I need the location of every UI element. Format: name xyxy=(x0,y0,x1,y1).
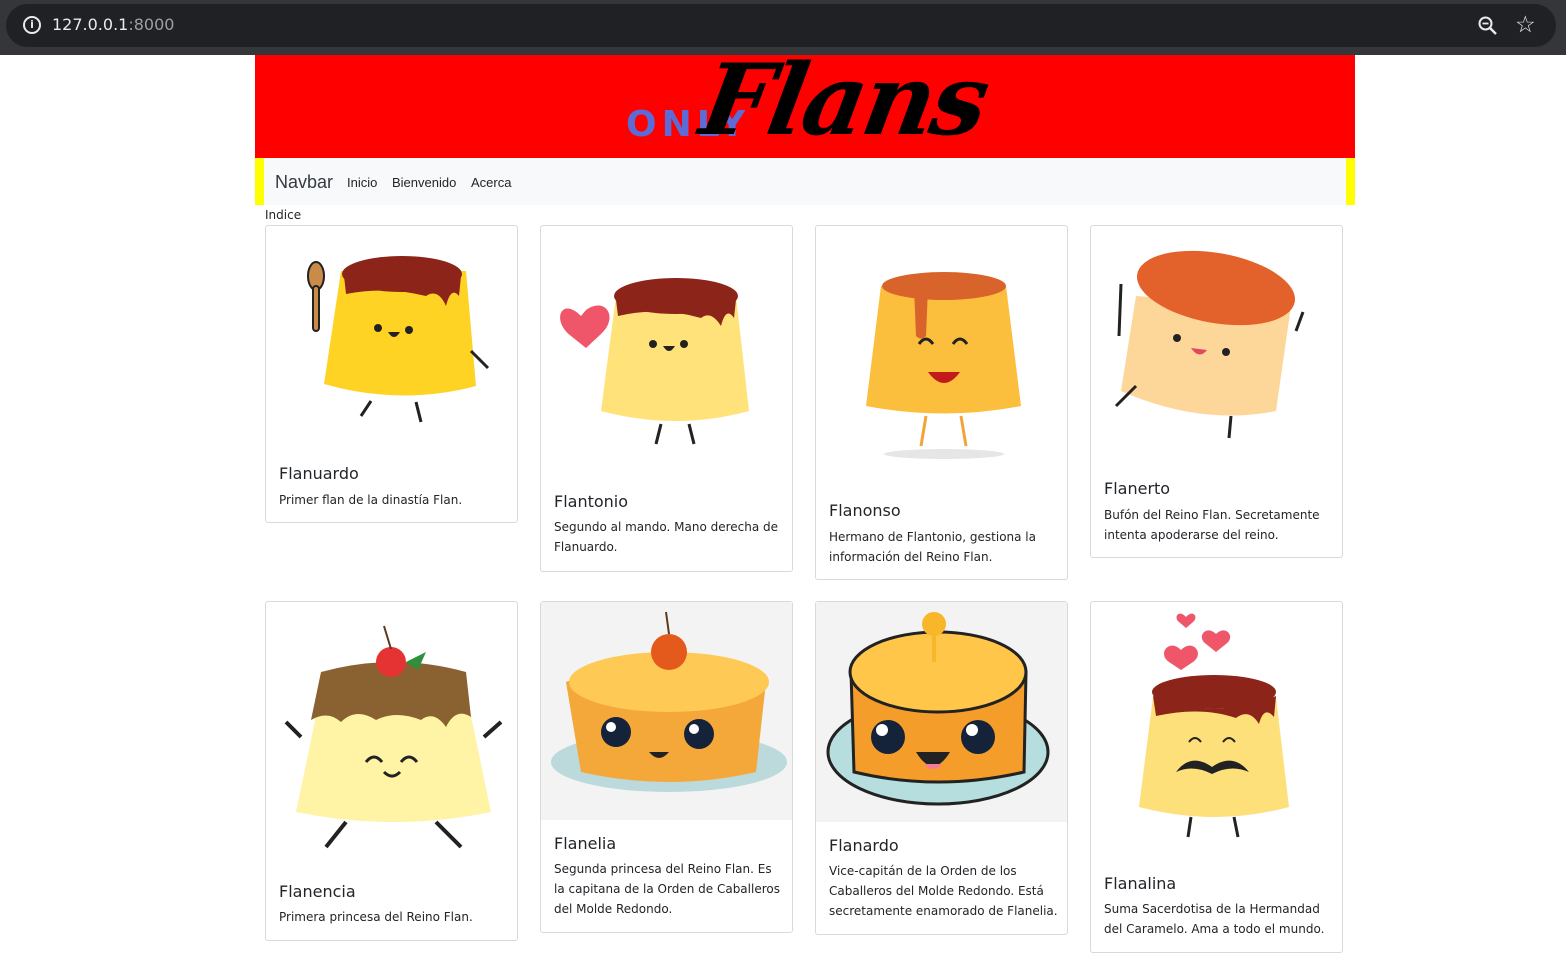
card-title: Flanencia xyxy=(279,882,356,901)
section-label: Indice xyxy=(265,208,302,222)
zoom-icon[interactable] xyxy=(1476,14,1500,38)
flan-cake-on-plate-icon xyxy=(816,602,1067,822)
card-text: Segundo al mando. Mano derecha de Flanua… xyxy=(554,520,779,554)
card-text: Hermano de Flantonio, gestiona la inform… xyxy=(829,530,1036,564)
card-text: Suma Sacerdotisa de la Hermandad del Car… xyxy=(1104,902,1325,936)
nav-link-bienvenido[interactable]: Bienvenido xyxy=(392,175,456,190)
nav-link-inicio[interactable]: Inicio xyxy=(347,175,377,190)
card-flanardo: Flanardo Vice-capitán de la Orden de los… xyxy=(815,601,1068,935)
card-text: Primera princesa del Reino Flan. xyxy=(279,910,473,924)
nav-link-acerca[interactable]: Acerca xyxy=(471,175,511,190)
card-text: Segunda princesa del Reino Flan. Es la c… xyxy=(554,862,780,916)
address-bar[interactable]: i 127.0.0.1:8000 ☆ xyxy=(6,4,1556,47)
flan-with-hearts-mustache-icon xyxy=(1091,602,1342,867)
card-title: Flanardo xyxy=(829,836,899,855)
card-flanerto: Flanerto Bufón del Reino Flan. Secretame… xyxy=(1090,225,1343,558)
card-title: Flanonso xyxy=(829,501,901,520)
card-title: Flanalina xyxy=(1104,874,1177,893)
card-flanalina: Flanalina Suma Sacerdotisa de la Hermand… xyxy=(1090,601,1343,953)
navbar: Navbar Inicio Bienvenido Acerca xyxy=(255,158,1355,205)
flan-jumping-icon xyxy=(1091,226,1342,476)
card-text: Primer flan de la dinastía Flan. xyxy=(279,493,463,507)
card-title: Flanuardo xyxy=(279,464,359,483)
header-banner: ONLY Flans xyxy=(255,55,1355,158)
card-title: Flantonio xyxy=(554,492,629,511)
card-text: Vice-capitán de la Orden de los Caballer… xyxy=(829,864,1058,918)
card-title: Flanerto xyxy=(1104,479,1171,498)
card-title: Flanelia xyxy=(554,834,617,853)
card-flanonso: Flanonso Hermano de Flantonio, gestiona … xyxy=(815,225,1068,580)
flan-smiling-icon xyxy=(816,226,1067,491)
flan-with-heart-icon xyxy=(541,226,792,481)
site-info-icon[interactable]: i xyxy=(23,16,41,34)
page-container: ONLY Flans Navbar Inicio Bienvenido Acer… xyxy=(255,55,1355,953)
card-flanuardo: Flanuardo Primer flan de la dinastía Fla… xyxy=(265,225,518,523)
flan-with-spoon-icon xyxy=(266,226,517,451)
card-flantonio: Flantonio Segundo al mando. Mano derecha… xyxy=(540,225,793,572)
logo-flans-text: Flans xyxy=(692,55,995,158)
card-flanelia: Flanelia Segunda princesa del Reino Flan… xyxy=(540,601,793,933)
card-text: Bufón del Reino Flan. Secretamente inten… xyxy=(1104,508,1320,542)
url-text[interactable]: 127.0.0.1:8000 xyxy=(52,15,174,34)
browser-toolbar: i 127.0.0.1:8000 ☆ xyxy=(0,0,1566,55)
bookmark-star-icon[interactable]: ☆ xyxy=(1515,12,1536,38)
flan-cake-with-cherry-icon xyxy=(541,602,792,820)
flan-with-cherry-icon xyxy=(266,602,517,872)
card-flanencia: Flanencia Primera princesa del Reino Fla… xyxy=(265,601,518,941)
url-port: :8000 xyxy=(128,15,175,34)
url-host: 127.0.0.1 xyxy=(52,15,129,34)
navbar-brand[interactable]: Navbar xyxy=(275,172,333,193)
